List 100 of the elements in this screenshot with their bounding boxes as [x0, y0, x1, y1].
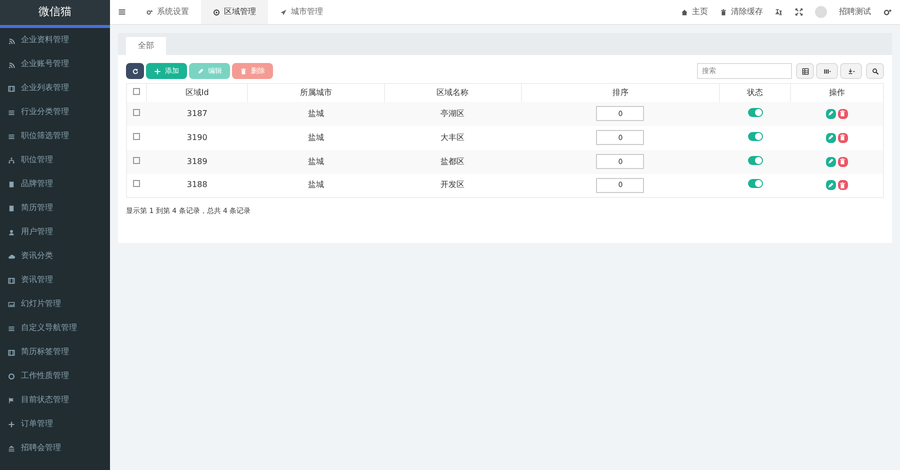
film-icon	[8, 348, 15, 356]
sidebar-item[interactable]: 资讯分类	[0, 244, 110, 268]
column-header: 排序	[612, 88, 628, 97]
edit-button[interactable]	[826, 108, 836, 118]
export-icon	[848, 68, 854, 74]
sidebar-item[interactable]: 职位管理	[0, 148, 110, 172]
table-cell: 大丰区	[440, 132, 465, 142]
rss-icon	[8, 60, 15, 68]
table-cell: 盐城	[308, 180, 324, 190]
columns-dropdown[interactable]	[816, 63, 838, 79]
columns-icon	[824, 68, 830, 74]
sidebar-item[interactable]: 企业账号管理	[0, 52, 110, 76]
sidebar-item[interactable]: 用户管理	[0, 220, 110, 244]
delete-button[interactable]	[838, 156, 848, 166]
sidebar-item[interactable]: 幻灯片管理	[0, 292, 110, 316]
sidebar-item[interactable]: 企业资料管理	[0, 28, 110, 52]
film-icon	[8, 276, 15, 284]
trash-icon	[240, 68, 247, 74]
checkbox[interactable]	[133, 132, 140, 140]
sidebar-item[interactable]: 简历管理	[0, 196, 110, 220]
column-header: 操作	[828, 88, 845, 97]
toggle-switch[interactable]	[748, 156, 763, 164]
send-icon	[280, 8, 287, 16]
sidebar-item[interactable]: 目前状态管理	[0, 388, 110, 412]
user-icon	[8, 228, 15, 236]
search-button[interactable]	[866, 63, 884, 79]
avatar-icon	[815, 6, 827, 18]
table-cell: 盐城	[308, 132, 324, 142]
nav-tab[interactable]: 系统设置	[134, 0, 201, 24]
trash-icon	[839, 134, 846, 141]
list-icon	[8, 108, 15, 116]
sidebar-item[interactable]: 品牌管理	[0, 172, 110, 196]
sidebar-item[interactable]: 简历标签管理	[0, 340, 110, 364]
toggle-switch[interactable]	[748, 108, 763, 116]
delete-button[interactable]	[838, 108, 848, 118]
sidebar-item[interactable]: 行业分类管理	[0, 100, 110, 124]
sidebar-item[interactable]: 自定义导航管理	[0, 316, 110, 340]
table-icon	[802, 68, 808, 74]
edit-button[interactable]	[826, 180, 836, 190]
book-icon	[8, 180, 15, 188]
nav-tab[interactable]: 区域管理	[201, 0, 268, 24]
panel-tab[interactable]: 全部	[126, 37, 166, 55]
export-dropdown[interactable]	[840, 63, 862, 79]
sitemap-icon	[8, 156, 15, 164]
delete-button[interactable]	[838, 180, 848, 190]
toggle-switch[interactable]	[748, 179, 763, 188]
image-icon	[8, 300, 15, 308]
user-name[interactable]: 招聘测试	[839, 6, 871, 18]
rss-icon	[8, 36, 15, 44]
plus-icon	[154, 68, 161, 74]
circle-icon	[8, 372, 15, 380]
trash-icon	[839, 182, 846, 189]
refresh-button[interactable]	[126, 63, 144, 79]
table-view-button[interactable]	[796, 63, 814, 79]
logo: 微信猫	[0, 0, 110, 25]
delete-button[interactable]	[838, 132, 848, 142]
checkbox[interactable]	[133, 108, 140, 116]
sidebar-item[interactable]: 职位筛选管理	[0, 124, 110, 148]
checkbox[interactable]	[133, 88, 140, 95]
search-icon	[872, 68, 878, 74]
bank-icon	[8, 444, 15, 452]
edit-button[interactable]	[826, 132, 836, 142]
home-link[interactable]: 主页	[681, 6, 708, 18]
pencil-icon	[827, 182, 834, 189]
list-icon	[8, 132, 15, 140]
table-cell: 盐城	[308, 108, 324, 118]
sidebar-item[interactable]: 招聘会管理	[0, 436, 110, 460]
refresh-icon	[132, 68, 138, 74]
column-header: 区域名称	[436, 88, 469, 97]
film-icon	[8, 84, 15, 92]
trash-icon	[839, 158, 846, 165]
pencil-icon	[197, 68, 204, 74]
table-cell: 3187	[186, 108, 208, 118]
checkbox[interactable]	[133, 180, 140, 188]
table-cell: 亭湖区	[440, 108, 465, 118]
home-icon	[681, 8, 688, 16]
pencil-icon	[827, 134, 834, 141]
settings-icon[interactable]	[883, 8, 892, 16]
table-cell: 3188	[186, 180, 208, 190]
toggle-switch[interactable]	[748, 132, 763, 140]
table-cell: 3189	[186, 156, 208, 166]
sidebar-item[interactable]: 企业列表管理	[0, 76, 110, 100]
list-icon	[8, 324, 15, 332]
sidebar-item[interactable]: 工作性质管理	[0, 364, 110, 388]
fullscreen-icon[interactable]	[795, 8, 803, 16]
column-header: 区域Id	[185, 88, 209, 97]
checkbox[interactable]	[133, 156, 140, 164]
flag-icon	[8, 396, 15, 404]
edit-button[interactable]	[826, 156, 836, 166]
column-header: 所属城市	[300, 88, 332, 97]
sidebar-item[interactable]: 资讯管理	[0, 268, 110, 292]
menu-icon[interactable]	[118, 8, 126, 16]
nav-tab[interactable]: 城市管理	[268, 0, 335, 24]
plus-icon	[8, 420, 15, 428]
clear-cache-link[interactable]: 清除缓存	[720, 6, 763, 18]
cloud-icon	[8, 252, 15, 260]
column-header: 状态	[747, 88, 764, 97]
table-cell: 3190	[186, 132, 208, 142]
sidebar-item[interactable]: 订单管理	[0, 412, 110, 436]
book-icon	[8, 204, 15, 212]
